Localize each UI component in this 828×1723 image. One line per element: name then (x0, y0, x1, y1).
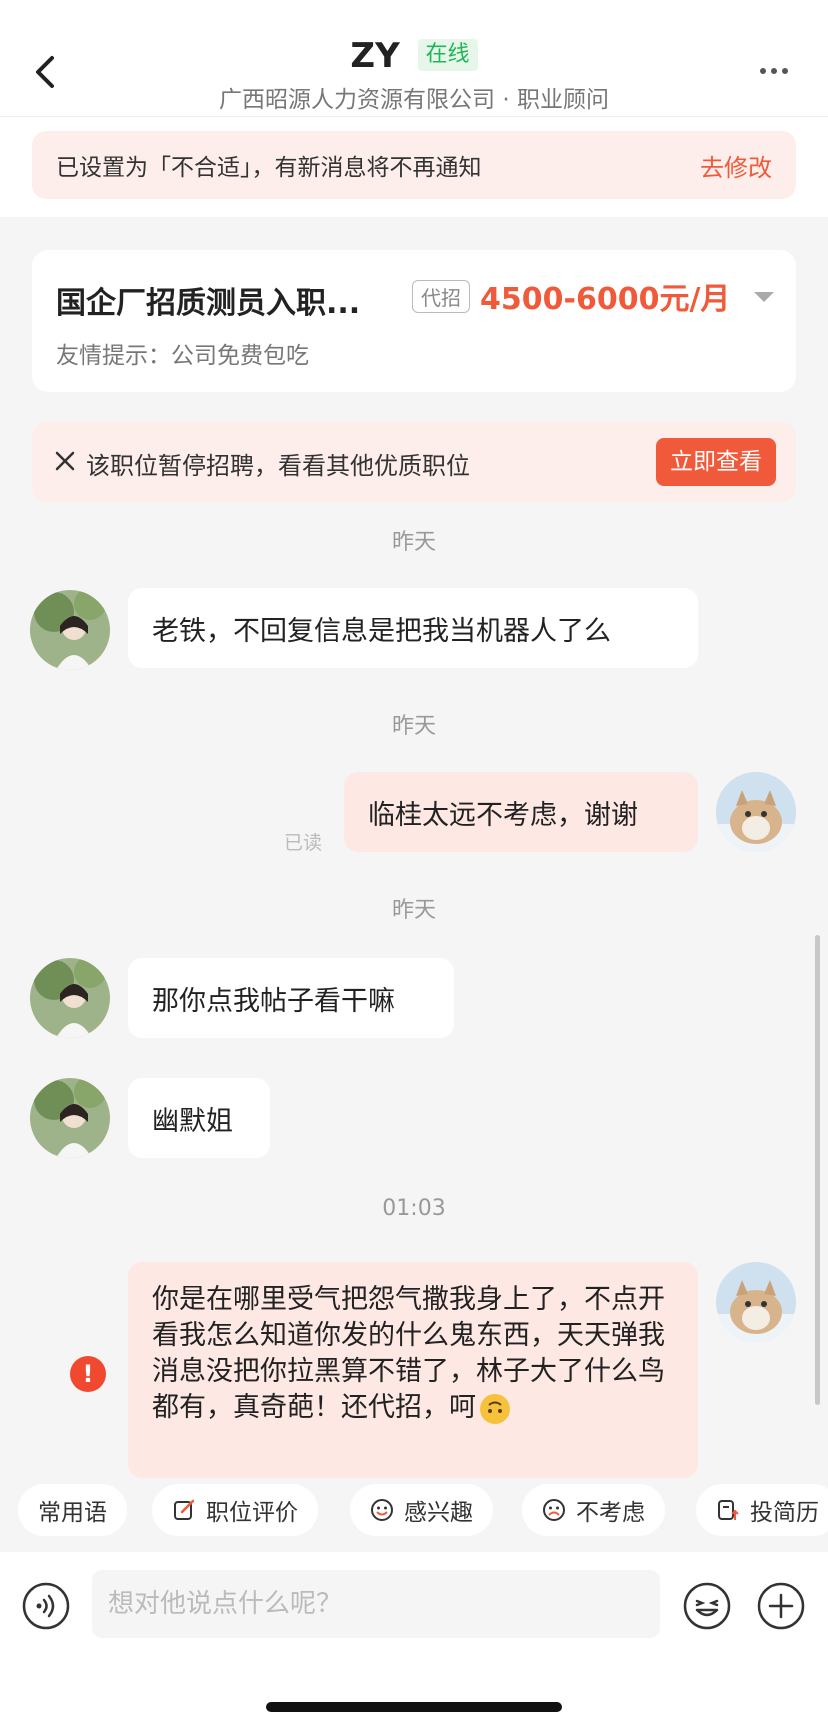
view-now-button[interactable]: 立即查看 (656, 438, 776, 486)
quick-actions-bar: 常用语 职位评价 感兴趣 不考虑 投简历 (0, 1476, 828, 1552)
chip-label: 感兴趣 (404, 1500, 473, 1526)
message-text: 老铁，不回复信息是把我当机器人了么 (152, 615, 611, 647)
scrollbar[interactable] (815, 935, 820, 1405)
notice-text: 已设置为「不合适」，有新消息将不再通知 (56, 155, 482, 181)
my-avatar[interactable] (716, 772, 796, 852)
message-text: 你是在哪里受气把怨气撒我身上了，不点开看我怎么知道你发的什么鬼东西，天天弹我消息… (152, 1284, 665, 1423)
job-title: 国企厂招质测员入职... (56, 286, 361, 321)
contact-avatar[interactable] (30, 1078, 110, 1158)
online-status-badge: 在线 (417, 38, 478, 71)
message-bubble-sent[interactable]: 临桂太远不考虑，谢谢 (344, 772, 698, 852)
unsuitable-notice: 已设置为「不合适」，有新消息将不再通知 去修改 (32, 131, 796, 199)
contact-avatar[interactable] (30, 590, 110, 670)
modify-link[interactable]: 去修改 (700, 148, 772, 183)
plus-more-icon[interactable] (757, 1582, 805, 1630)
contact-name: ZY (350, 36, 400, 76)
expand-caret-icon[interactable] (754, 292, 774, 302)
paused-text: 该职位暂停招聘，看看其他优质职位 (86, 452, 470, 480)
contact-company: 广西昭源人力资源有限公司 · 职业顾问 (219, 87, 609, 113)
message-bubble-received[interactable]: 那你点我帖子看干嘛 (128, 958, 454, 1038)
chip-common-phrases[interactable]: 常用语 (18, 1484, 127, 1536)
my-avatar[interactable] (716, 1262, 796, 1342)
chip-interested[interactable]: 感兴趣 (350, 1484, 493, 1536)
contact-title: ZY 在线 (0, 34, 828, 78)
message-time: 昨天 (391, 530, 436, 555)
read-status: 已读 (284, 832, 323, 854)
notice-section: 已设置为「不合适」，有新消息将不再通知 去修改 (0, 117, 828, 217)
chip-label: 投简历 (750, 1500, 819, 1526)
job-card[interactable]: 国企厂招质测员入职... 代招 4500-6000元/月 友情提示：公司免费包吃 (32, 250, 796, 392)
voice-input-icon[interactable] (22, 1582, 70, 1630)
emoji-picker-icon[interactable] (683, 1582, 731, 1630)
contact-avatar[interactable] (30, 958, 110, 1038)
job-salary: 4500-6000元/月 (480, 282, 731, 317)
send-failed-icon[interactable]: ! (70, 1356, 106, 1392)
edit-note-icon (174, 1499, 195, 1520)
message-time: 01:03 (382, 1196, 446, 1221)
message-bubble-received[interactable]: 幽默姐 (128, 1078, 270, 1158)
chip-job-review[interactable]: 职位评价 (152, 1484, 318, 1536)
chip-label: 不考虑 (576, 1500, 645, 1526)
position-paused-banner: 该职位暂停招聘，看看其他优质职位 立即查看 (32, 422, 796, 502)
resume-upload-icon (718, 1500, 739, 1520)
sad-face-icon (543, 1499, 565, 1521)
job-tip: 友情提示：公司免费包吃 (56, 343, 309, 369)
chip-label: 常用语 (38, 1500, 107, 1526)
chip-not-considering[interactable]: 不考虑 (522, 1484, 665, 1536)
home-indicator (266, 1702, 562, 1712)
input-bar (0, 1552, 828, 1723)
message-time: 昨天 (391, 714, 436, 739)
message-bubble-sent[interactable]: 你是在哪里受气把怨气撒我身上了，不点开看我怎么知道你发的什么鬼东西，天天弹我消息… (128, 1262, 698, 1478)
message-input[interactable] (92, 1570, 660, 1638)
close-icon[interactable] (52, 448, 78, 474)
message-text: 幽默姐 (152, 1105, 233, 1137)
smile-face-icon (371, 1499, 393, 1521)
message-text: 临桂太远不考虑，谢谢 (368, 799, 638, 831)
chip-send-resume[interactable]: 投简历 (696, 1484, 828, 1536)
upside-down-face-emoji-icon (480, 1393, 510, 1424)
chat-header: ZY 在线 广西昭源人力资源有限公司 · 职业顾问 (0, 0, 828, 117)
chip-label: 职位评价 (206, 1500, 298, 1526)
message-time: 昨天 (391, 898, 436, 923)
message-text: 那你点我帖子看干嘛 (152, 985, 395, 1017)
agency-tag: 代招 (412, 280, 470, 313)
message-bubble-received[interactable]: 老铁，不回复信息是把我当机器人了么 (128, 588, 698, 668)
more-options-icon[interactable] (760, 68, 788, 74)
